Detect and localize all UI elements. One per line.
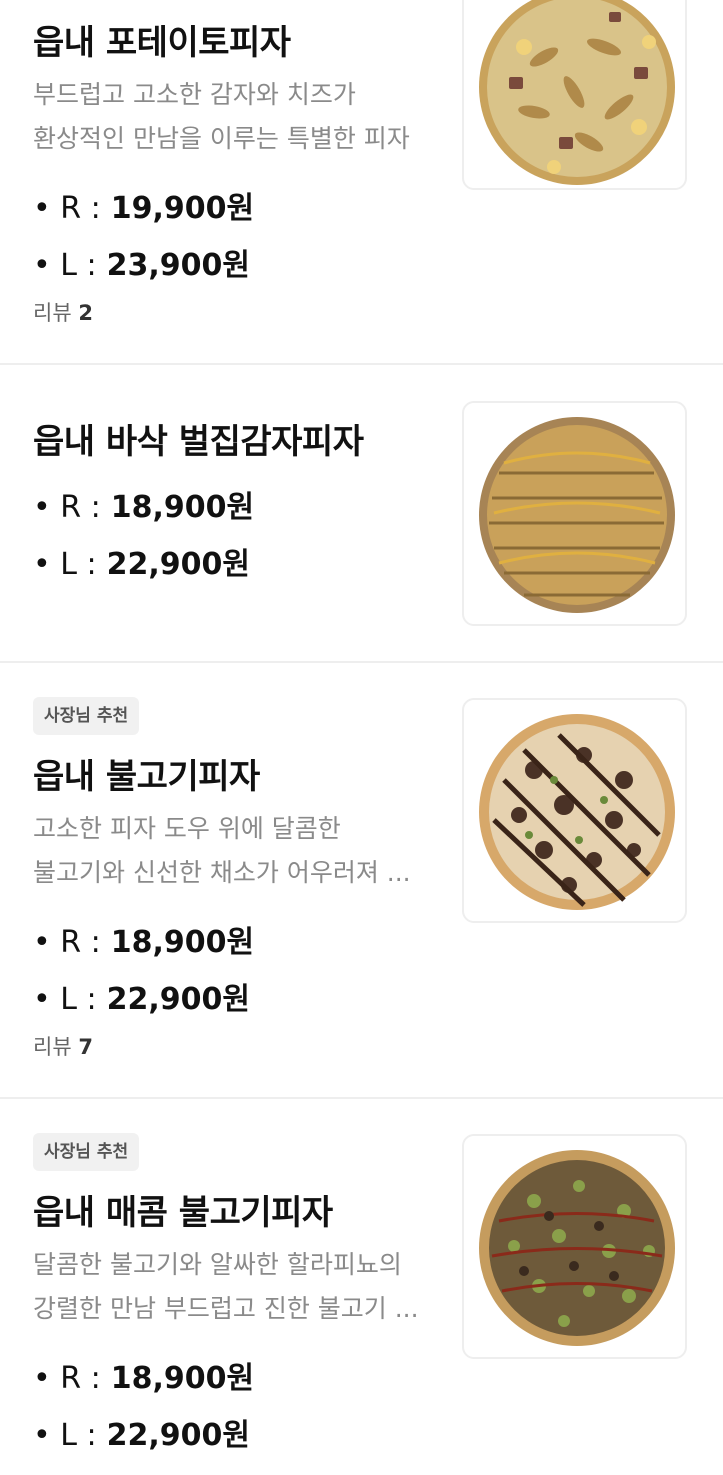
item-name: 읍내 바삭 벌집감자피자 [33,422,364,462]
size-label: • L : [33,1418,97,1453]
item-description-line2: 강렬한 만남 부드럽고 진한 불고기 ... [33,1294,419,1323]
size-label: • L : [33,982,97,1017]
price-amount: 22,900원 [106,1418,250,1453]
pizza-graphic [479,0,675,185]
pizza-graphic [479,417,675,613]
price-regular: • R : 18,900원 [33,482,254,526]
size-label: • L : [33,547,97,582]
price-large: • L : 22,900원 [33,974,250,1018]
size-label: • R : [33,490,101,525]
price-amount: 19,900원 [110,191,255,226]
review-label: 리뷰 [33,1035,72,1059]
recommend-badge: 사장님 추천 [33,697,140,735]
size-label: • L : [33,248,97,283]
recommend-badge: 사장님 추천 [33,1133,140,1171]
review-number: 2 [78,301,93,325]
price-large: • L : 22,900원 [33,1410,250,1454]
menu-item-spicy-bulgogi-pizza[interactable]: 사장님 추천 읍내 매콤 불고기피자 달콤한 불고기와 알싸한 할라피뇨의 강렬… [0,1099,723,1475]
item-description-line1: 달콤한 불고기와 알싸한 할라피뇨의 [33,1250,402,1279]
item-description-line1: 고소한 피자 도우 위에 달콤한 [33,814,341,843]
menu-item-bulgogi-pizza[interactable]: 사장님 추천 읍내 불고기피자 고소한 피자 도우 위에 달콤한 불고기와 신선… [0,663,723,1097]
price-amount: 23,900원 [106,248,250,283]
price-regular: • R : 18,900원 [33,917,254,961]
price-amount: 18,900원 [110,925,255,960]
item-description-line1: 부드럽고 고소한 감자와 치즈가 [33,80,356,109]
review-count[interactable]: 리뷰 7 [33,1031,93,1061]
menu-item-potato-pizza[interactable]: 읍내 포테이토피자 부드럽고 고소한 감자와 치즈가 환상적인 만남을 이루는 … [0,0,723,363]
size-label: • R : [33,191,101,226]
bulgogi-pizza-image[interactable] [462,698,687,923]
price-amount: 22,900원 [106,982,250,1017]
size-label: • R : [33,925,101,960]
review-number: 7 [78,1035,93,1059]
pizza-graphic [479,1150,675,1346]
review-count[interactable]: 리뷰 2 [33,297,93,327]
spicy-bulgogi-pizza-image[interactable] [462,1134,687,1359]
price-large: • L : 23,900원 [33,240,250,284]
size-label: • R : [33,1361,101,1396]
price-regular: • R : 19,900원 [33,183,254,227]
price-amount: 22,900원 [106,547,250,582]
item-name: 읍내 불고기피자 [33,757,260,797]
item-description-line2: 불고기와 신선한 채소가 어우러져 ... [33,858,411,887]
honeycomb-potato-pizza-image[interactable] [462,401,687,626]
price-regular: • R : 18,900원 [33,1353,254,1397]
item-description-line2: 환상적인 만남을 이루는 특별한 피자 [33,124,410,153]
potato-pizza-image[interactable] [462,0,687,190]
price-amount: 18,900원 [110,1361,255,1396]
review-label: 리뷰 [33,301,72,325]
item-name: 읍내 포테이토피자 [33,23,291,63]
price-large: • L : 22,900원 [33,539,250,583]
pizza-graphic [479,714,675,910]
price-amount: 18,900원 [110,490,255,525]
item-name: 읍내 매콤 불고기피자 [33,1193,333,1233]
menu-item-honeycomb-potato-pizza[interactable]: 읍내 바삭 벌집감자피자 • R : 18,900원 • L : 22,900원 [0,365,723,661]
